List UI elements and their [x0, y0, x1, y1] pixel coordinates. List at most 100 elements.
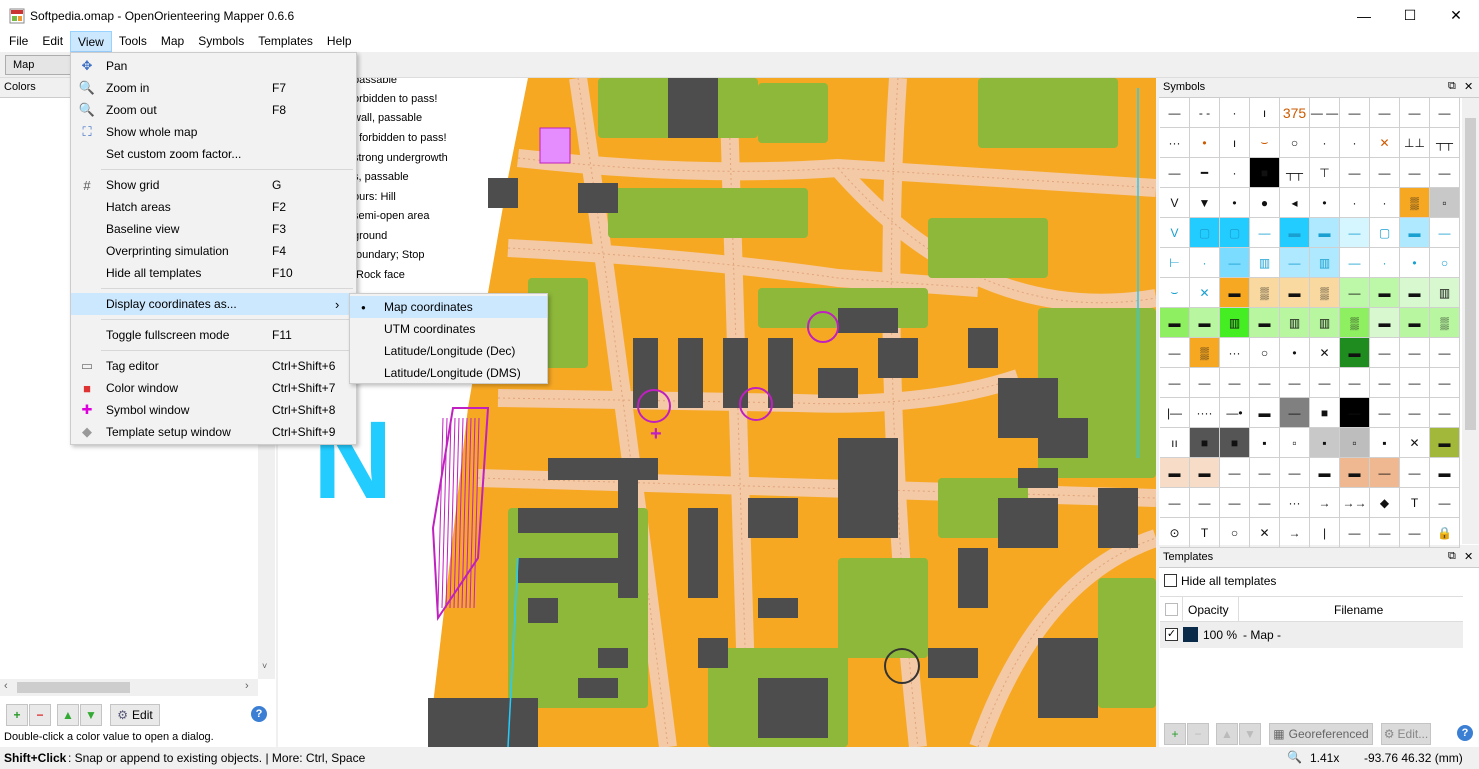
symbol-cell[interactable]: — [1250, 218, 1280, 248]
coordinate-option[interactable]: ● Map coordinates [350, 296, 547, 318]
symbol-cell[interactable]: ■ [1310, 398, 1340, 428]
symbol-cell[interactable]: ··· [1220, 338, 1250, 368]
symbol-cell[interactable]: ▬ [1400, 218, 1430, 248]
view-menu-item[interactable]: ■ Color window Ctrl+Shift+7 [71, 377, 356, 399]
symbol-cell[interactable]: T [1400, 488, 1430, 518]
add-color-button[interactable]: + [6, 704, 28, 726]
symbol-cell[interactable]: ⊤ [1310, 158, 1340, 188]
symbol-cell[interactable]: ▥ [1310, 248, 1340, 278]
symbol-cell[interactable]: ▬ [1250, 398, 1280, 428]
symbol-cell[interactable]: ▬ [1340, 338, 1370, 368]
symbol-cell[interactable]: — [1340, 278, 1370, 308]
move-up-button[interactable]: ▲ [57, 704, 79, 726]
symbol-cell[interactable]: — [1400, 368, 1430, 398]
view-menu-item[interactable]: ⛶ Show whole map [71, 121, 356, 143]
symbol-cell[interactable]: ▒ [1310, 278, 1340, 308]
symbol-cell[interactable]: ▫ [1340, 428, 1370, 458]
remove-template-button[interactable]: − [1187, 723, 1209, 745]
symbol-cell[interactable]: — [1400, 98, 1430, 128]
symbol-cell[interactable]: ⊢ [1160, 248, 1190, 278]
coordinate-option[interactable]: UTM coordinates [350, 318, 547, 340]
maximize-button[interactable]: ☐ [1387, 0, 1433, 31]
symbol-cell[interactable]: ◂ [1280, 188, 1310, 218]
symbol-cell[interactable]: ┬┬ [1430, 128, 1460, 158]
symbol-cell[interactable]: — [1370, 158, 1400, 188]
symbol-cell[interactable]: • [1310, 188, 1340, 218]
symbol-cell[interactable]: ▥ [1430, 278, 1460, 308]
symbol-cell[interactable]: |— [1160, 398, 1190, 428]
template-move-down-button[interactable]: ▼ [1239, 723, 1261, 745]
symbol-cell[interactable]: ▬ [1160, 308, 1190, 338]
symbol-cell[interactable]: ✕ [1190, 278, 1220, 308]
view-menu-item[interactable]: Hatch areas F2 [71, 196, 356, 218]
symbol-cell[interactable]: — [1430, 98, 1460, 128]
header-checkbox[interactable] [1165, 603, 1178, 616]
close-panel-icon[interactable]: ✕ [1464, 550, 1473, 563]
symbol-cell[interactable]: — [1370, 518, 1400, 548]
view-menu-item[interactable]: Set custom zoom factor... [71, 143, 356, 165]
view-menu-item[interactable]: # Show grid G [71, 174, 356, 196]
symbol-cell[interactable]: ▬ [1370, 278, 1400, 308]
symbol-cell[interactable]: ··· [1280, 488, 1310, 518]
symbol-cell[interactable]: · [1190, 248, 1220, 278]
symbol-cell[interactable]: — [1400, 398, 1430, 428]
minimize-button[interactable]: — [1341, 0, 1387, 31]
symbol-cell[interactable]: - - [1190, 98, 1220, 128]
symbol-cell[interactable]: — [1340, 368, 1370, 398]
symbol-cell[interactable]: ▬ [1310, 218, 1340, 248]
symbol-cell[interactable]: — [1370, 398, 1400, 428]
view-menu-item[interactable]: ✥ Pan [71, 55, 356, 77]
symbol-cell[interactable]: ▬ [1250, 308, 1280, 338]
float-panel-icon[interactable]: ⧉ [1448, 80, 1456, 93]
color-list-hscrollbar[interactable]: ‹ › [0, 679, 258, 696]
symbol-cell[interactable]: ···· [1190, 398, 1220, 428]
symbol-cell[interactable]: • [1280, 338, 1310, 368]
coordinate-option[interactable]: Latitude/Longitude (DMS) [350, 362, 547, 384]
symbol-cell[interactable]: ▒ [1190, 338, 1220, 368]
symbol-cell[interactable]: T [1190, 518, 1220, 548]
symbol-scroll-thumb[interactable] [1465, 118, 1476, 430]
view-menu-item[interactable]: ◆ Template setup window Ctrl+Shift+9 [71, 421, 356, 443]
symbol-cell[interactable]: ◆ [1370, 488, 1400, 518]
menu-templates[interactable]: Templates [251, 31, 320, 52]
symbol-cell[interactable]: — — [1310, 98, 1340, 128]
symbol-cell[interactable]: — [1280, 248, 1310, 278]
symbol-cell[interactable]: ▼ [1190, 188, 1220, 218]
symbol-cell[interactable]: — [1280, 398, 1310, 428]
edit-template-button[interactable]: ⚙ Edit... [1381, 723, 1431, 745]
symbol-cell[interactable]: — [1370, 368, 1400, 398]
symbol-cell[interactable]: • [1220, 188, 1250, 218]
symbol-cell[interactable]: — [1430, 398, 1460, 428]
symbol-cell[interactable]: — [1250, 488, 1280, 518]
symbol-cell[interactable]: ▥ [1250, 248, 1280, 278]
symbol-cell[interactable]: ▬ [1190, 308, 1220, 338]
symbol-cell[interactable]: — [1250, 368, 1280, 398]
symbol-cell[interactable]: — [1430, 218, 1460, 248]
symbol-cell[interactable]: — [1370, 338, 1400, 368]
template-move-up-button[interactable]: ▲ [1216, 723, 1238, 745]
view-menu-item[interactable]: Hide all templates F10 [71, 262, 356, 284]
symbol-cell[interactable]: ■ [1220, 428, 1250, 458]
menu-tools[interactable]: Tools [112, 31, 154, 52]
symbol-cell[interactable]: — [1340, 248, 1370, 278]
hide-all-templates-checkbox[interactable] [1164, 574, 1177, 587]
symbol-cell[interactable]: — [1160, 158, 1190, 188]
symbol-cell[interactable]: ▬ [1220, 278, 1250, 308]
view-menu-item[interactable]: 🔍 Zoom in F7 [71, 77, 356, 99]
symbol-cell[interactable]: — [1370, 458, 1400, 488]
symbol-cell[interactable]: ▪ [1250, 428, 1280, 458]
view-menu-item[interactable]: Overprinting simulation F4 [71, 240, 356, 262]
symbol-cell[interactable]: — [1220, 488, 1250, 518]
symbol-cell[interactable]: ┬┬ [1280, 158, 1310, 188]
map-canvas[interactable]: N + passable orbidden to pass! wall, passab… [278, 78, 1156, 747]
symbol-cell[interactable]: ▬ [1280, 218, 1310, 248]
symbol-cell[interactable]: ▥ [1220, 308, 1250, 338]
symbol-cell[interactable]: ⌣ [1250, 128, 1280, 158]
template-opacity[interactable]: 100 % [1203, 628, 1237, 642]
symbol-cell[interactable]: →→ [1340, 488, 1370, 518]
symbol-cell[interactable]: ▬ [1190, 458, 1220, 488]
close-panel-icon[interactable]: ✕ [1464, 80, 1473, 93]
symbol-cell[interactable]: ✕ [1250, 518, 1280, 548]
symbol-cell[interactable]: ▒ [1430, 308, 1460, 338]
symbol-cell[interactable]: · [1310, 128, 1340, 158]
